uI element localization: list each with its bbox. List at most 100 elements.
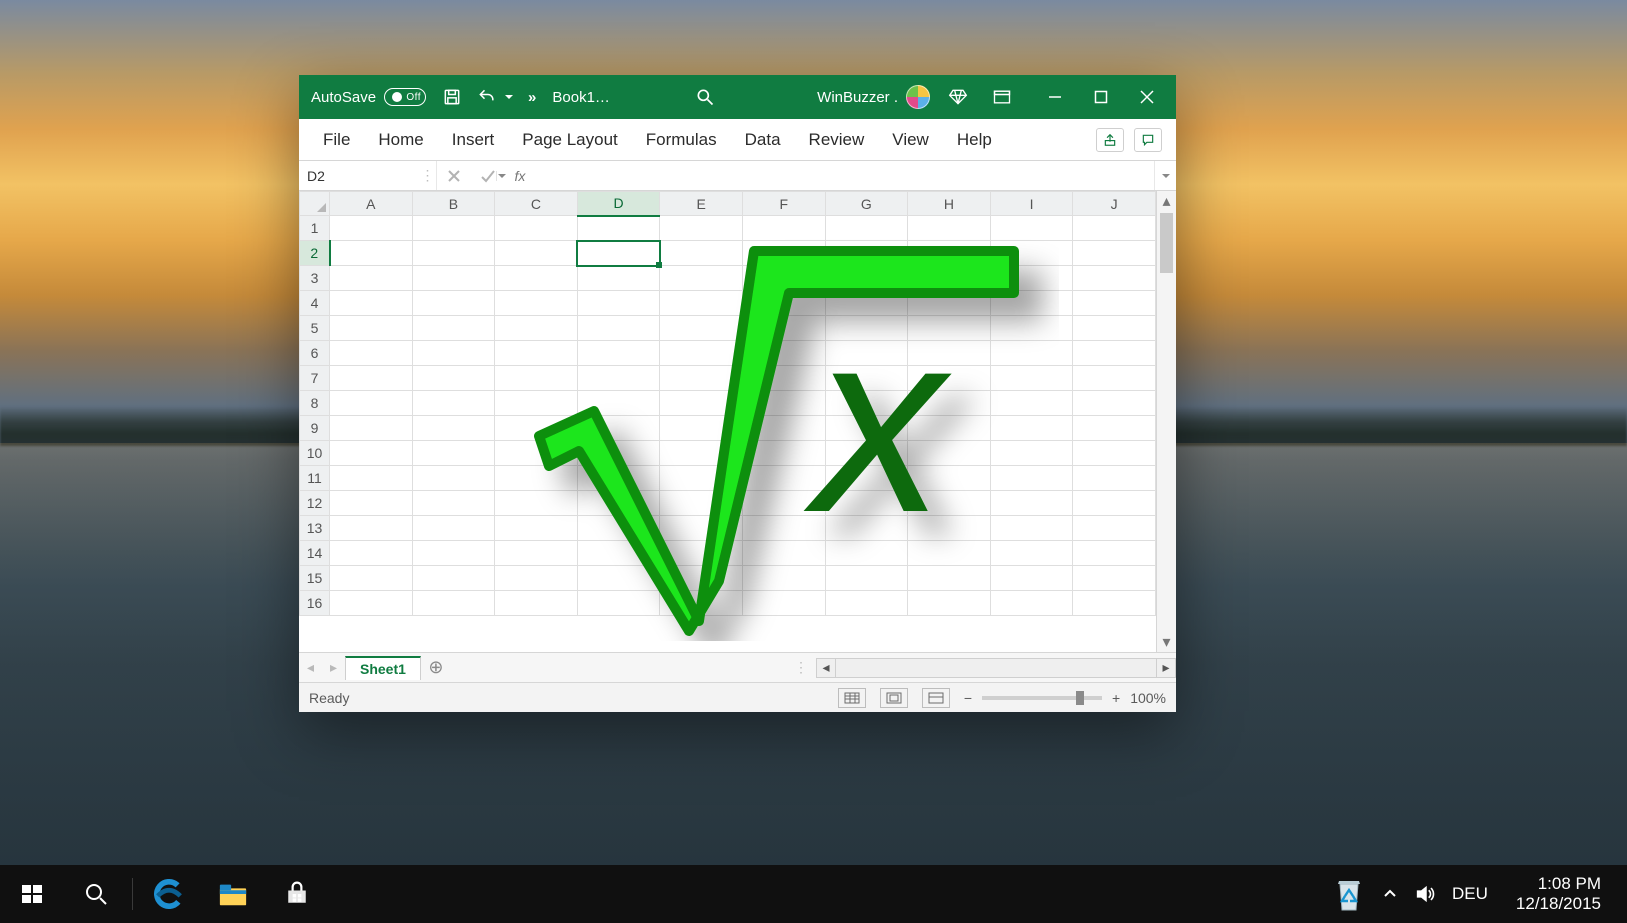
cell[interactable] [330,516,413,541]
cell[interactable] [412,591,495,616]
cell[interactable] [825,541,908,566]
search-icon[interactable] [695,87,715,107]
column-header[interactable]: J [1073,192,1156,216]
cell[interactable] [495,491,578,516]
cell[interactable] [412,391,495,416]
enter-formula-button[interactable] [471,161,505,190]
cell[interactable] [825,516,908,541]
cell[interactable] [577,291,660,316]
taskbar-app-store[interactable] [265,865,329,923]
cell[interactable] [495,391,578,416]
cell[interactable] [577,491,660,516]
cell[interactable] [1073,416,1156,441]
cell[interactable] [742,466,825,491]
cell[interactable] [660,566,743,591]
column-header[interactable]: G [825,192,908,216]
cell[interactable] [742,241,825,266]
cell[interactable] [908,416,991,441]
tab-page-layout[interactable]: Page Layout [508,119,631,160]
row-header[interactable]: 15 [300,566,330,591]
cell[interactable] [660,591,743,616]
cell[interactable] [577,341,660,366]
cell[interactable] [330,266,413,291]
cell[interactable] [660,491,743,516]
row-header[interactable]: 9 [300,416,330,441]
cell[interactable] [742,516,825,541]
zoom-out-icon[interactable]: − [964,690,972,706]
cell[interactable] [330,566,413,591]
diamond-icon[interactable] [948,87,968,107]
undo-icon[interactable] [476,87,498,107]
cell[interactable] [1073,491,1156,516]
cell[interactable] [1073,266,1156,291]
expand-formula-bar-icon[interactable] [1154,161,1176,190]
cell[interactable] [330,241,413,266]
cell[interactable] [990,541,1073,566]
row-header[interactable]: 6 [300,341,330,366]
cell[interactable] [330,366,413,391]
zoom-slider[interactable] [982,696,1102,700]
save-icon[interactable] [442,87,462,107]
cell[interactable] [412,466,495,491]
cell[interactable] [577,316,660,341]
taskbar-clock[interactable]: 1:08 PM 12/18/2015 [1504,874,1613,913]
cell[interactable] [990,491,1073,516]
tab-file[interactable]: File [309,119,364,160]
cell[interactable] [495,541,578,566]
select-all-corner[interactable] [300,192,330,216]
view-page-layout-button[interactable] [880,688,908,708]
column-header[interactable]: E [660,192,743,216]
cell[interactable] [1073,541,1156,566]
tab-home[interactable]: Home [364,119,437,160]
cell[interactable] [660,316,743,341]
cell[interactable] [412,216,495,241]
taskbar-app-edge[interactable] [137,865,201,923]
cell[interactable] [412,566,495,591]
tab-insert[interactable]: Insert [438,119,509,160]
cell[interactable] [1073,516,1156,541]
cell[interactable] [742,591,825,616]
formula-bar-grip-icon[interactable]: ⋮ [419,161,437,190]
cell[interactable] [1073,366,1156,391]
cell[interactable] [412,416,495,441]
zoom-in-icon[interactable]: + [1112,690,1120,706]
cell[interactable] [990,516,1073,541]
column-header[interactable]: C [495,192,578,216]
cell[interactable] [495,566,578,591]
row-header[interactable]: 13 [300,516,330,541]
cell[interactable] [412,516,495,541]
row-header[interactable]: 16 [300,591,330,616]
cell[interactable] [330,466,413,491]
cell[interactable] [742,541,825,566]
cell[interactable] [495,316,578,341]
name-box[interactable] [299,161,419,190]
cell[interactable] [330,591,413,616]
cell[interactable] [412,291,495,316]
cell[interactable] [908,441,991,466]
cell[interactable] [330,491,413,516]
cell[interactable] [495,291,578,316]
cell[interactable] [660,341,743,366]
cell[interactable] [990,216,1073,241]
formula-input[interactable] [535,161,1154,190]
cell[interactable] [577,416,660,441]
cell[interactable] [1073,591,1156,616]
cell[interactable] [577,216,660,241]
cell[interactable] [1073,466,1156,491]
close-button[interactable] [1124,75,1170,119]
column-header[interactable]: B [412,192,495,216]
volume-icon[interactable] [1414,883,1436,905]
cell[interactable] [990,316,1073,341]
cell[interactable] [908,391,991,416]
cell[interactable] [825,441,908,466]
input-language[interactable]: DEU [1452,884,1488,904]
cell[interactable] [1073,291,1156,316]
autosave-toggle[interactable]: Off [384,88,426,106]
recycle-bin-icon[interactable] [1332,874,1366,914]
row-header[interactable]: 12 [300,491,330,516]
cell[interactable] [742,341,825,366]
cell[interactable] [742,491,825,516]
view-normal-button[interactable] [838,688,866,708]
cell[interactable] [825,266,908,291]
column-header[interactable]: F [742,192,825,216]
